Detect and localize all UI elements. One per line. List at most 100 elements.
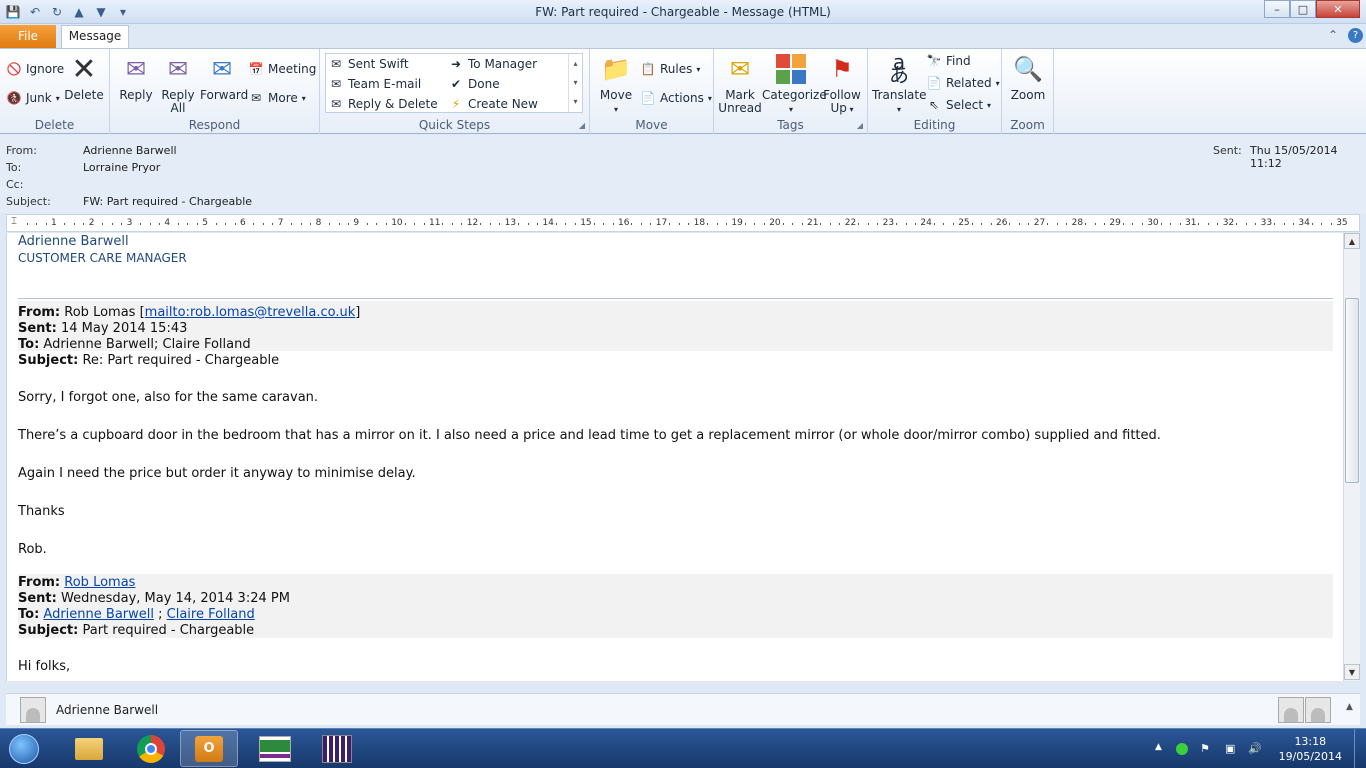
ruler-tick-mark bbox=[196, 223, 198, 225]
from-link[interactable]: Rob Lomas bbox=[64, 575, 135, 590]
zoom-button[interactable]: 🔍 Zoom bbox=[1008, 53, 1048, 102]
maximize-button[interactable]: □ bbox=[1290, 0, 1316, 18]
sage-taskbar-icon[interactable] bbox=[246, 730, 304, 767]
indent-marker-icon[interactable]: ⌶ bbox=[11, 216, 17, 227]
ruler-tick-mark bbox=[1311, 223, 1313, 225]
ruler-tick-mark bbox=[754, 223, 756, 225]
divider bbox=[18, 298, 1333, 299]
binoculars-icon: 🔭 bbox=[926, 54, 942, 68]
ignore-button[interactable]: 🚫 Ignore bbox=[6, 60, 65, 78]
delete-button[interactable]: ✕ Delete bbox=[64, 53, 104, 102]
show-desktop-button[interactable] bbox=[1354, 729, 1366, 768]
action-center-flag-icon[interactable]: ⚑ bbox=[1200, 742, 1210, 755]
select-button[interactable]: ⇖ Select ▾ bbox=[926, 96, 991, 114]
categorize-button[interactable]: Categorize ▾ bbox=[762, 53, 827, 116]
mark-unread-button[interactable]: ✉ Mark Unread bbox=[718, 53, 762, 115]
ruler-tick-mark bbox=[782, 223, 784, 225]
from-value[interactable]: Adrienne Barwell bbox=[83, 144, 177, 157]
ruler-tick-label: 25 bbox=[958, 218, 970, 228]
reply-button[interactable]: ✉ Reply bbox=[116, 53, 156, 102]
quickstep-team-email[interactable]: ✉ Team E-mail bbox=[328, 75, 421, 93]
rules-button[interactable]: 📋 Rules ▾ bbox=[640, 60, 701, 78]
chrome-taskbar-icon[interactable] bbox=[122, 730, 180, 767]
ruler-tick-mark bbox=[26, 223, 28, 225]
message-body[interactable]: Adrienne Barwell CUSTOMER CARE MANAGER F… bbox=[6, 233, 1343, 681]
tab-file[interactable]: File bbox=[0, 25, 56, 48]
scroll-up-icon[interactable]: ▲ bbox=[1344, 233, 1360, 249]
ruler-tick-mark bbox=[1009, 223, 1011, 225]
reply-all-button[interactable]: ✉ Reply All bbox=[158, 53, 198, 115]
to-link-2[interactable]: Claire Folland bbox=[167, 607, 255, 622]
to-value[interactable]: Lorraine Pryor bbox=[83, 161, 160, 174]
ruler-tick-mark bbox=[414, 223, 416, 225]
tab-message[interactable]: Message bbox=[61, 25, 129, 48]
dialog-launcher-icon[interactable]: ◢ bbox=[579, 121, 585, 130]
ruler-tick-label: 20 bbox=[769, 218, 781, 228]
network-icon[interactable]: ▣ bbox=[1225, 742, 1235, 755]
ruler-tick-mark bbox=[943, 223, 945, 225]
outlook-taskbar-icon[interactable]: O bbox=[180, 730, 238, 767]
title-bar: 💾 ↶ ↻ ▲ ▼ ▾ FW: Part required - Chargeab… bbox=[0, 0, 1366, 24]
start-button[interactable] bbox=[4, 731, 44, 767]
avatar-view-group-icon[interactable] bbox=[1305, 697, 1331, 723]
minimize-ribbon-icon[interactable]: ⌃ bbox=[1328, 28, 1338, 42]
forward-button[interactable]: ✉ Forward bbox=[200, 53, 248, 102]
translate-button[interactable]: aあ Translate ▾ bbox=[872, 52, 927, 116]
actions-button[interactable]: 📄 Actions ▾ bbox=[640, 89, 712, 107]
body-paragraph: There’s a cupboard door in the bedroom t… bbox=[18, 428, 1161, 443]
body-paragraph: Thanks bbox=[18, 504, 65, 519]
people-pane-name[interactable]: Adrienne Barwell bbox=[56, 703, 158, 717]
scroll-thumb[interactable] bbox=[1345, 298, 1359, 483]
avatar-view-icon[interactable] bbox=[1278, 697, 1304, 723]
tags-dialog-launcher-icon[interactable]: ◢ bbox=[857, 121, 863, 130]
follow-up-button[interactable]: ⚑ Follow Up ▾ bbox=[822, 53, 862, 116]
ruler-tick-mark bbox=[1094, 223, 1096, 225]
quickstep-reply-delete[interactable]: ✉ Reply & Delete bbox=[328, 95, 438, 113]
avatar[interactable] bbox=[20, 697, 46, 723]
quickstep-sent-swift[interactable]: ✉ Sent Swift bbox=[328, 55, 409, 73]
window-title: FW: Part required - Chargeable - Message… bbox=[535, 5, 831, 19]
tray-expand-icon[interactable]: ▲ bbox=[1155, 742, 1162, 752]
to-link-1[interactable]: Adrienne Barwell bbox=[43, 607, 154, 622]
minimize-button[interactable]: – bbox=[1264, 0, 1290, 18]
ruler-tick-mark bbox=[1198, 223, 1200, 225]
ruler-tick-label: 13 bbox=[504, 218, 517, 228]
quickstep-create-new[interactable]: ⚡ Create New bbox=[448, 95, 538, 113]
junk-button[interactable]: 🚷 Junk ▾ bbox=[6, 89, 60, 107]
meeting-icon: 📅 bbox=[248, 62, 264, 76]
quickstep-done[interactable]: ✔ Done bbox=[448, 75, 500, 93]
close-button[interactable]: ✕ bbox=[1316, 0, 1360, 18]
related-button[interactable]: 📄 Related ▾ bbox=[926, 74, 1000, 92]
move-button[interactable]: 📁 Move ▾ bbox=[596, 53, 636, 116]
ruler-tick-mark bbox=[1028, 223, 1030, 225]
meeting-button[interactable]: 📅 Meeting bbox=[248, 60, 317, 78]
clock[interactable]: 13:18 19/05/2014 bbox=[1279, 734, 1342, 764]
ruler-tick-label: 31 bbox=[1185, 218, 1197, 228]
to-manager-icon: ➜ bbox=[450, 57, 462, 71]
more-button[interactable]: ✉ More ▾ bbox=[248, 89, 306, 107]
vertical-scrollbar[interactable]: ▲ ▼ bbox=[1343, 233, 1360, 681]
ruler-tick-mark bbox=[234, 223, 236, 225]
mailto-link[interactable]: mailto:rob.lomas@trevella.co.uk bbox=[145, 305, 356, 320]
ruler-tick-mark bbox=[1292, 223, 1294, 225]
volume-icon[interactable]: 🔊 bbox=[1248, 742, 1262, 755]
ruler-tick-mark bbox=[45, 223, 47, 225]
app-taskbar-icon[interactable] bbox=[308, 730, 366, 767]
ruler-tick-mark bbox=[1217, 223, 1219, 225]
ruler-tick-mark bbox=[121, 223, 123, 225]
find-button[interactable]: 🔭 Find bbox=[926, 52, 971, 70]
help-icon[interactable]: ? bbox=[1348, 28, 1363, 43]
forward-icon: ✉ bbox=[211, 54, 233, 83]
ruler-tick-mark bbox=[820, 223, 822, 225]
expand-people-pane-icon[interactable]: ▲ bbox=[1346, 702, 1353, 712]
scroll-down-icon[interactable]: ▼ bbox=[1344, 664, 1360, 680]
ruler-tick-mark bbox=[1245, 223, 1247, 225]
team-email-icon: ✉ bbox=[330, 77, 342, 91]
status-green-icon[interactable] bbox=[1176, 743, 1188, 755]
quicksteps-scroll[interactable]: ▴ ▾ ▾ bbox=[568, 54, 582, 112]
explorer-taskbar-icon[interactable] bbox=[60, 730, 118, 767]
quickstep-to-manager[interactable]: ➜ To Manager bbox=[448, 55, 537, 73]
ruler-tick-label: 3 bbox=[126, 218, 133, 228]
fwd1-sent-line: Sent: 14 May 2014 15:43 bbox=[18, 321, 188, 336]
ruler-tick-mark bbox=[574, 223, 576, 225]
